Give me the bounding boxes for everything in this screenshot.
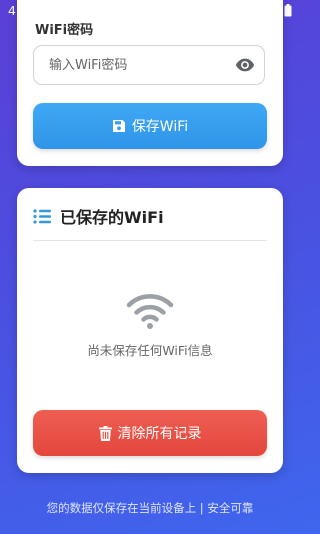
save-wifi-button[interactable]: 保存WiFi <box>33 103 267 149</box>
eye-icon[interactable] <box>235 56 255 74</box>
battery-icon <box>284 4 292 17</box>
clear-all-label: 清除所有记录 <box>117 426 202 442</box>
password-input-box[interactable] <box>33 45 265 85</box>
wifi-icon <box>126 294 174 329</box>
trash-icon <box>98 425 112 441</box>
saved-list-title: 已保存的WiFi <box>60 208 164 227</box>
password-input[interactable] <box>47 56 231 74</box>
footer-note: 您的数据仅保存在当前设备上 | 安全可靠 <box>46 501 254 515</box>
saved-wifi-card: 已保存的WiFi 尚未保存任何WiFi信息 清除所有记录 <box>17 188 283 473</box>
password-label: WiFi密码 <box>35 23 94 38</box>
saved-list-header: 已保存的WiFi <box>33 204 164 228</box>
wifi-form-card: WiFi密码 保存WiFi <box>17 0 283 166</box>
list-icon <box>33 208 51 224</box>
empty-state-text: 尚未保存任何WiFi信息 <box>87 343 213 358</box>
empty-state: 尚未保存任何WiFi信息 <box>17 292 283 359</box>
save-wifi-label: 保存WiFi <box>131 119 189 135</box>
clear-all-button[interactable]: 清除所有记录 <box>33 410 267 456</box>
floppy-disk-icon <box>112 120 125 132</box>
header-divider <box>33 240 267 241</box>
